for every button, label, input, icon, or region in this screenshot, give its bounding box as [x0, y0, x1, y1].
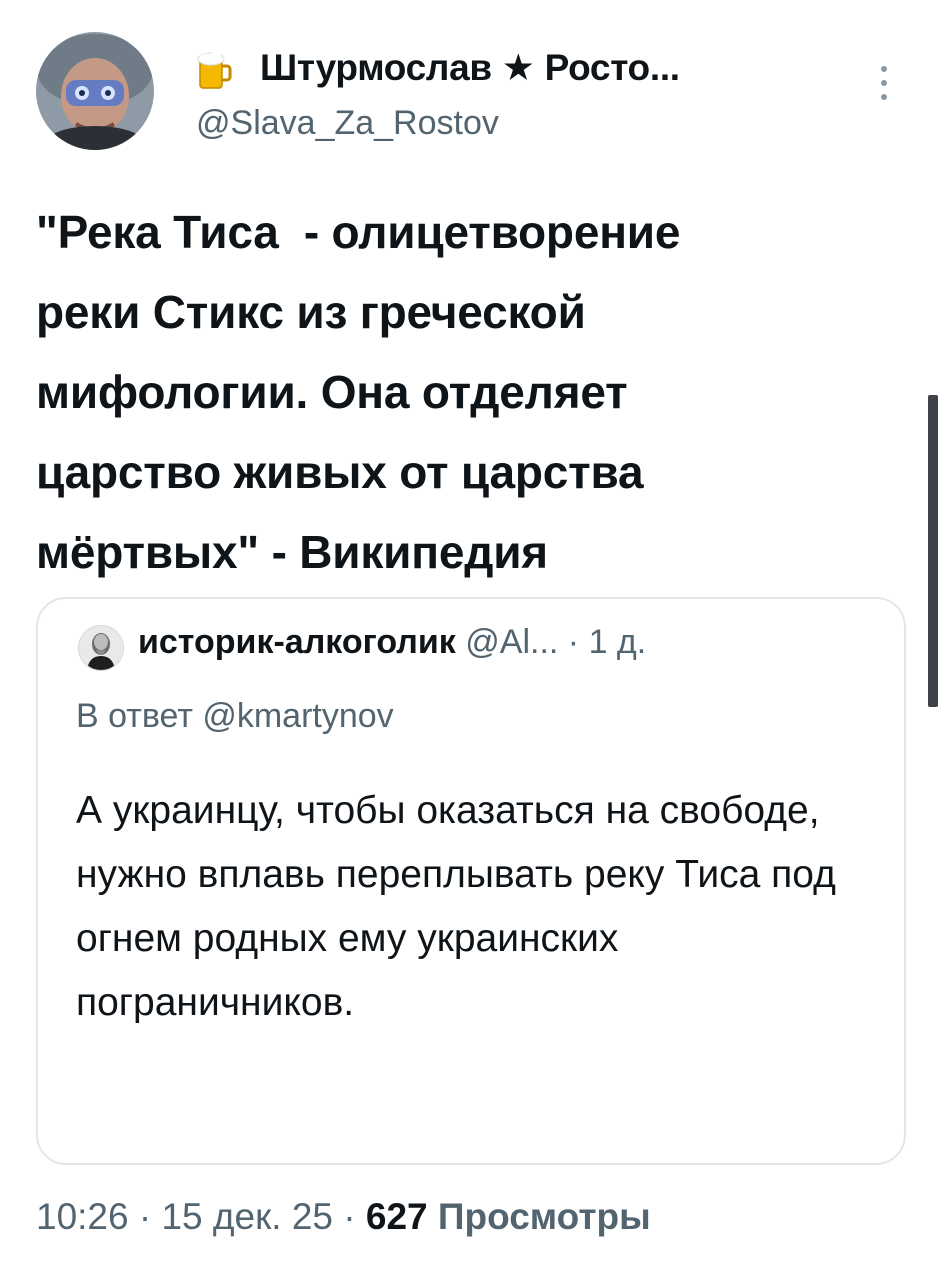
tweet-time: 10:26: [36, 1196, 129, 1237]
author-name: Штурмослав ★ Росто...: [260, 47, 680, 88]
scrollbar[interactable]: [928, 395, 938, 707]
quoted-header: историк-алкоголик @Al... · 1 д.: [138, 623, 646, 662]
author-handle[interactable]: @Slava_Za_Rostov: [196, 104, 499, 143]
meta-separator: ·: [343, 1196, 366, 1237]
tweet-meta: 10:26 · 15 дек. 25 · 627 Просмотры: [36, 1196, 651, 1238]
tweet-text: "Река Тиса - олицетворение реки Стикс из…: [36, 206, 681, 578]
quoted-author-handle[interactable]: @Al...: [465, 623, 558, 661]
more-vertical-icon[interactable]: [874, 64, 894, 104]
quoted-tweet[interactable]: историк-алкоголик @Al... · 1 д. В ответ …: [36, 597, 906, 1165]
quoted-time: · 1 д.: [567, 623, 647, 661]
beer-icon: [196, 50, 232, 90]
quoted-text: А украинцу, чтобы оказаться на свободе, …: [76, 789, 836, 1024]
meta-separator: ·: [138, 1196, 162, 1237]
views-label[interactable]: Просмотры: [438, 1196, 651, 1237]
quoted-author-avatar: [78, 625, 124, 671]
tweet-date: 15 дек. 25: [161, 1196, 333, 1237]
quoted-author-name[interactable]: историк-алкоголик: [138, 623, 456, 661]
views-count: 627: [365, 1196, 428, 1237]
quoted-reply-to[interactable]: В ответ @kmartynov: [76, 697, 394, 736]
author-avatar[interactable]: [36, 32, 154, 150]
